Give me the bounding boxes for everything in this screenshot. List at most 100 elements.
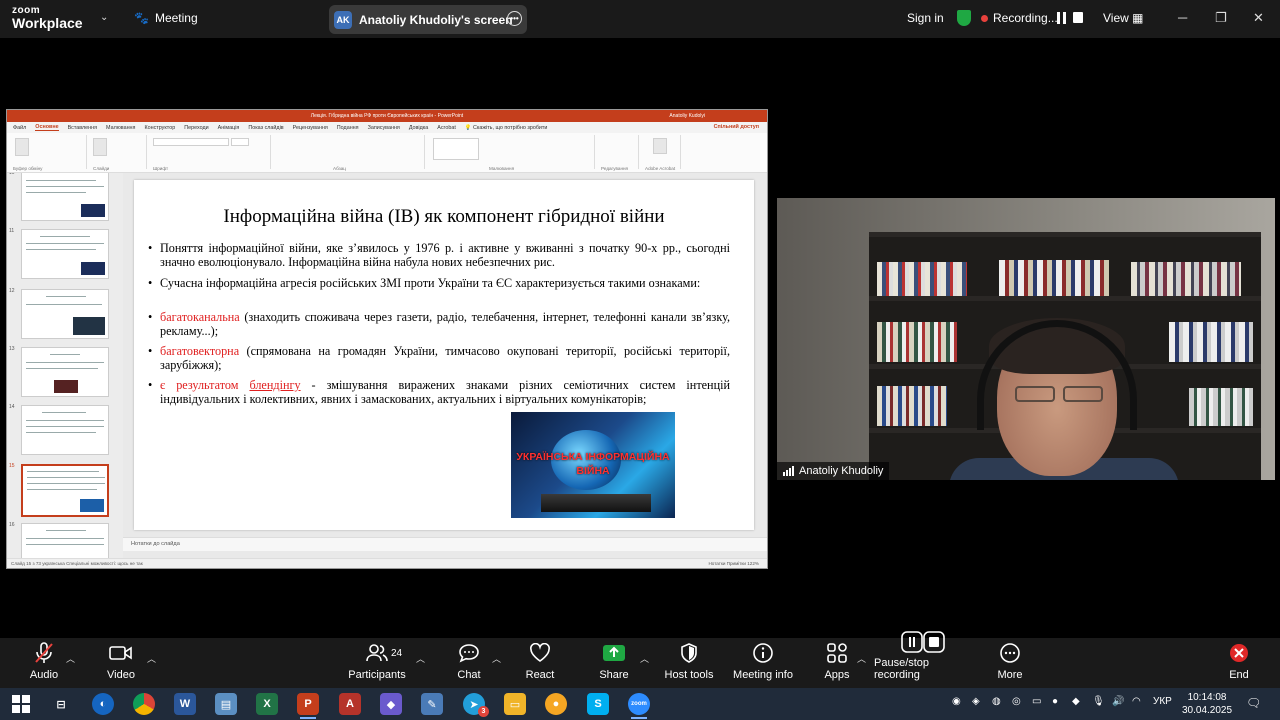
notifications-icon[interactable]: 🗨 bbox=[1246, 696, 1261, 710]
tab-record[interactable]: Записування bbox=[368, 125, 400, 131]
tab-slideshow[interactable]: Показ слайдів bbox=[248, 125, 283, 131]
ribbon-group-paragraph: Абзац bbox=[273, 135, 425, 171]
share-options-caret-icon[interactable]: ︿ bbox=[640, 652, 649, 665]
view-button[interactable]: View ▦ bbox=[1103, 11, 1143, 25]
security-shield-icon[interactable] bbox=[957, 10, 971, 26]
task-view-icon[interactable]: ⊟ bbox=[50, 693, 72, 715]
participants-button[interactable]: Participants bbox=[346, 638, 408, 688]
tab-draw[interactable]: Малювання bbox=[106, 125, 135, 131]
tab-help[interactable]: Довідка bbox=[409, 125, 428, 131]
current-slide[interactable]: Інформаційна війна (ІВ) як компонент гіб… bbox=[134, 180, 754, 530]
tab-view[interactable]: Подання bbox=[337, 125, 359, 131]
more-button[interactable]: More bbox=[992, 638, 1028, 688]
chevron-down-icon[interactable]: ⌄ bbox=[100, 12, 108, 23]
tab-review[interactable]: Рецензування bbox=[293, 125, 328, 131]
paste-icon[interactable] bbox=[15, 138, 29, 156]
tray-app-icon[interactable]: ◈ bbox=[972, 696, 980, 707]
participants-label: Participants bbox=[348, 669, 406, 681]
telegram-icon[interactable]: ➤ 3 bbox=[463, 693, 489, 717]
ribbon-group-label: Редагування bbox=[601, 166, 629, 171]
pause-stop-recording-button[interactable]: Pause/stop recording bbox=[874, 631, 972, 688]
pause-stop-icon bbox=[901, 631, 945, 653]
ribbon-group-editing: Редагування bbox=[597, 135, 639, 171]
chat-button[interactable]: Chat bbox=[452, 638, 486, 688]
slide-thumbnail[interactable] bbox=[21, 229, 109, 279]
tray-app-icon[interactable]: ◎ bbox=[1012, 696, 1021, 707]
shapes-gallery[interactable] bbox=[433, 138, 479, 160]
clock[interactable]: 10:14:08 30.04.2025 bbox=[1182, 691, 1232, 717]
acrobat-icon[interactable]: A bbox=[339, 693, 361, 715]
react-button[interactable]: React bbox=[522, 638, 558, 688]
more-options-icon[interactable]: ••• bbox=[507, 11, 522, 26]
close-icon[interactable]: ✕ bbox=[1253, 10, 1264, 26]
tray-app-icon[interactable]: ◉ bbox=[952, 696, 961, 707]
zoom-taskbar-icon[interactable]: zoom bbox=[628, 693, 650, 719]
slide-thumbnail[interactable] bbox=[21, 173, 109, 221]
new-slide-icon[interactable] bbox=[93, 138, 107, 156]
meeting-info-button[interactable]: Meeting info bbox=[733, 638, 793, 688]
word-icon[interactable]: W bbox=[174, 693, 196, 715]
audio-options-caret-icon[interactable]: ︿ bbox=[66, 652, 75, 665]
participants-options-caret-icon[interactable]: ︿ bbox=[416, 652, 425, 665]
zoom-logo[interactable]: zoom Workplace bbox=[12, 6, 83, 31]
app-icon[interactable]: ◆ bbox=[380, 693, 402, 715]
slide-thumbnail[interactable] bbox=[21, 289, 109, 339]
file-explorer-icon[interactable]: ▭ bbox=[504, 693, 526, 715]
video-options-caret-icon[interactable]: ︿ bbox=[147, 652, 156, 665]
slide-thumbnail[interactable] bbox=[21, 523, 109, 559]
tray-app-icon[interactable]: ◆ bbox=[1072, 696, 1080, 707]
font-size-select[interactable] bbox=[231, 138, 249, 146]
chat-options-caret-icon[interactable]: ︿ bbox=[492, 652, 501, 665]
edge-legacy-icon[interactable]: ◐ bbox=[92, 693, 114, 715]
video-button[interactable]: Video bbox=[101, 638, 141, 688]
pause-recording-icon[interactable] bbox=[1057, 12, 1066, 24]
browser-icon[interactable]: ● bbox=[545, 693, 567, 715]
tab-design[interactable]: Конструктор bbox=[144, 125, 175, 131]
slide-thumbnail-selected[interactable] bbox=[21, 464, 109, 517]
ppt-search[interactable]: 💡 Скажіть, що потрібно зробити bbox=[465, 125, 548, 131]
tray-zoom-icon[interactable]: ● bbox=[1052, 696, 1058, 707]
minimize-icon[interactable]: ─ bbox=[1178, 10, 1187, 25]
powerpoint-icon[interactable]: P bbox=[297, 693, 319, 719]
slide-notes-field[interactable]: Нотатки до слайда bbox=[123, 537, 767, 551]
maximize-icon[interactable]: ❐ bbox=[1215, 10, 1227, 26]
create-pdf-icon[interactable] bbox=[653, 138, 667, 154]
paint-icon[interactable]: ✎ bbox=[421, 693, 443, 715]
microphone-icon[interactable]: 🎙 bbox=[1092, 696, 1105, 707]
slide-thumbnails-pane[interactable]: 10 11 12 13 14 15 16 bbox=[7, 173, 123, 559]
tab-insert[interactable]: Вставлення bbox=[68, 125, 97, 131]
host-tools-button[interactable]: Host tools bbox=[663, 638, 715, 688]
apps-options-caret-icon[interactable]: ︿ bbox=[857, 652, 866, 665]
sign-in-button[interactable]: Sign in bbox=[907, 11, 944, 25]
ppt-ribbon: Буфер обміну Слайди Шрифт Абзац Малюванн… bbox=[7, 133, 767, 173]
excel-icon[interactable]: X bbox=[256, 693, 278, 715]
meeting-button[interactable]: 🐾 Meeting bbox=[134, 11, 198, 25]
battery-icon[interactable]: ▭ bbox=[1032, 696, 1041, 707]
ribbon-group-acrobat: Adobe Acrobat bbox=[641, 135, 681, 171]
tab-animations[interactable]: Анімація bbox=[218, 125, 240, 131]
ppt-share-button[interactable]: Спільний доступ bbox=[714, 124, 759, 130]
notepad-icon[interactable]: ▤ bbox=[215, 693, 237, 715]
share-button[interactable]: Share bbox=[596, 638, 632, 688]
chrome-icon[interactable] bbox=[133, 693, 155, 715]
tab-acrobat[interactable]: Acrobat bbox=[437, 125, 456, 131]
input-language[interactable]: УКР bbox=[1153, 696, 1172, 707]
stop-recording-icon[interactable] bbox=[1073, 12, 1083, 23]
volume-icon[interactable]: 🔊 bbox=[1112, 696, 1124, 707]
screen-share-label: Anatoliy Khudoliy's screen bbox=[359, 12, 513, 27]
audio-button[interactable]: Audio bbox=[24, 638, 64, 688]
skype-icon[interactable]: S bbox=[587, 693, 609, 715]
end-meeting-button[interactable]: End bbox=[1222, 638, 1256, 688]
slide-thumbnail[interactable] bbox=[21, 347, 109, 397]
font-name-select[interactable] bbox=[153, 138, 229, 146]
tab-transitions[interactable]: Переходи bbox=[184, 125, 208, 131]
windows-start-icon[interactable] bbox=[10, 693, 32, 715]
tab-home[interactable]: Основне bbox=[35, 124, 59, 131]
slide-thumbnail[interactable] bbox=[21, 405, 109, 455]
tray-app-icon[interactable]: ◍ bbox=[992, 696, 1001, 707]
screen-share-pill[interactable]: AK Anatoliy Khudoliy's screen ••• bbox=[329, 5, 527, 34]
tab-file[interactable]: Файл bbox=[13, 125, 26, 131]
wifi-icon[interactable]: ◠ bbox=[1132, 696, 1141, 707]
apps-button[interactable]: Apps bbox=[820, 638, 854, 688]
participant-video[interactable]: Anatoliy Khudoliy bbox=[777, 198, 1275, 480]
